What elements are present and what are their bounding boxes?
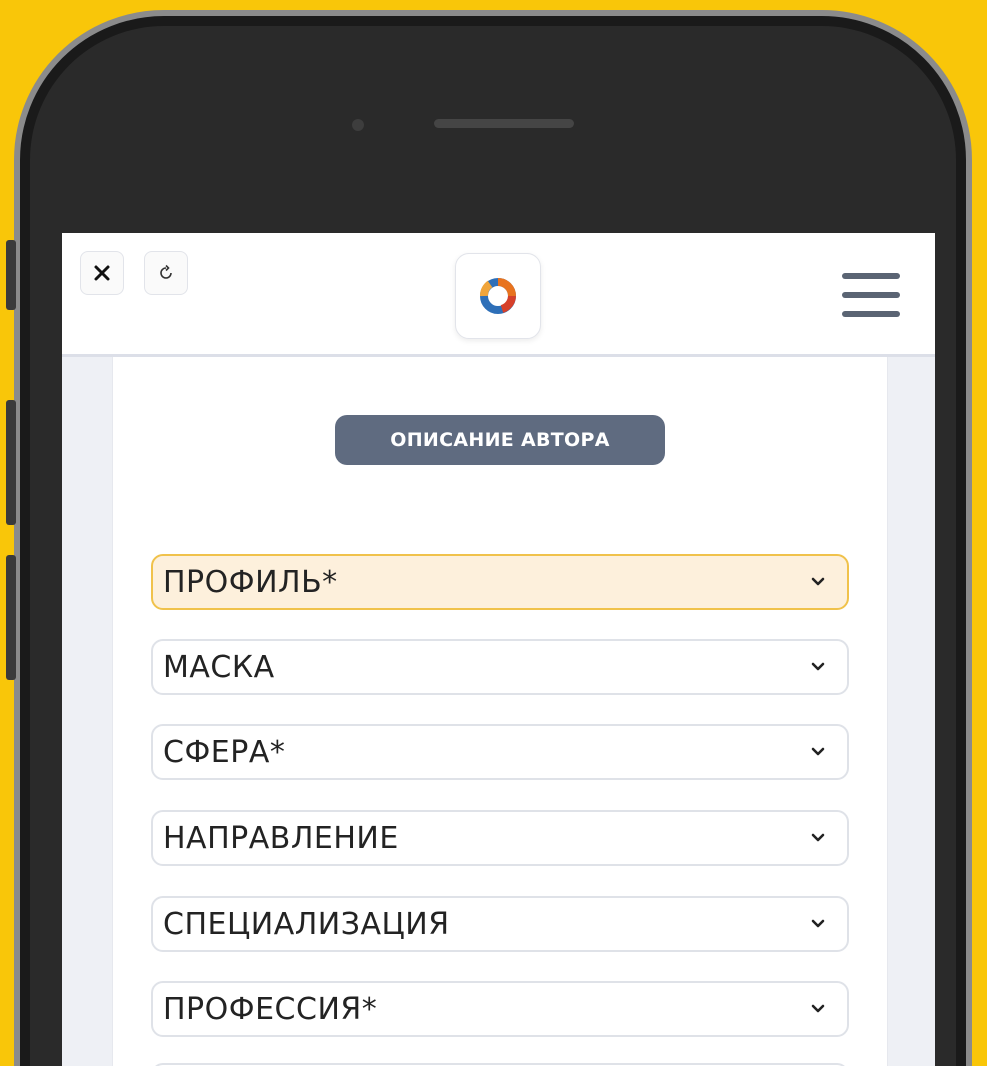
profession-select[interactable]: ПРОФЕССИЯ*	[151, 981, 849, 1037]
field-label: СФЕРА*	[163, 734, 286, 770]
close-button[interactable]	[80, 251, 124, 295]
phone-camera	[352, 119, 364, 131]
mask-select[interactable]: МАСКА	[151, 639, 849, 695]
app-logo-button[interactable]	[455, 253, 541, 339]
field-label: ПРОФИЛЬ*	[163, 564, 338, 600]
section-title-badge: ОПИСАНИЕ АВТОРА	[335, 415, 665, 465]
phone-screen: ОПИСАНИЕ АВТОРА ПРОФИЛЬ* МАСКА СФЕРА* НА…	[62, 233, 935, 1066]
sphere-select[interactable]: СФЕРА*	[151, 724, 849, 780]
direction-select[interactable]: НАПРАВЛЕНИЕ	[151, 810, 849, 866]
reload-button[interactable]	[144, 251, 188, 295]
specialization-select[interactable]: СПЕЦИАЛИЗАЦИЯ	[151, 896, 849, 952]
chevron-down-icon	[807, 741, 829, 763]
hamburger-menu-icon[interactable]	[842, 273, 900, 317]
phone-speaker	[434, 119, 574, 128]
app-logo-icon	[480, 278, 516, 314]
chevron-down-icon	[807, 998, 829, 1020]
page: ОПИСАНИЕ АВТОРА ПРОФИЛЬ* МАСКА СФЕРА* НА…	[0, 0, 987, 1066]
reload-icon	[160, 264, 172, 279]
field-label: СПЕЦИАЛИЗАЦИЯ	[163, 906, 450, 942]
field-label: НАПРАВЛЕНИЕ	[163, 820, 399, 856]
profile-select[interactable]: ПРОФИЛЬ*	[151, 554, 849, 610]
chevron-down-icon	[807, 571, 829, 593]
form-card: ОПИСАНИЕ АВТОРА ПРОФИЛЬ* МАСКА СФЕРА* НА…	[112, 357, 888, 1066]
chevron-down-icon	[807, 656, 829, 678]
top-bar	[62, 233, 935, 357]
phone-side-button	[6, 240, 16, 310]
chevron-down-icon	[807, 913, 829, 935]
field-label: МАСКА	[163, 649, 275, 685]
chevron-down-icon	[807, 827, 829, 849]
phone-volume-down-button	[6, 555, 16, 680]
field-label: ПРОФЕССИЯ*	[163, 991, 378, 1027]
close-icon	[94, 265, 110, 281]
phone-volume-up-button	[6, 400, 16, 525]
